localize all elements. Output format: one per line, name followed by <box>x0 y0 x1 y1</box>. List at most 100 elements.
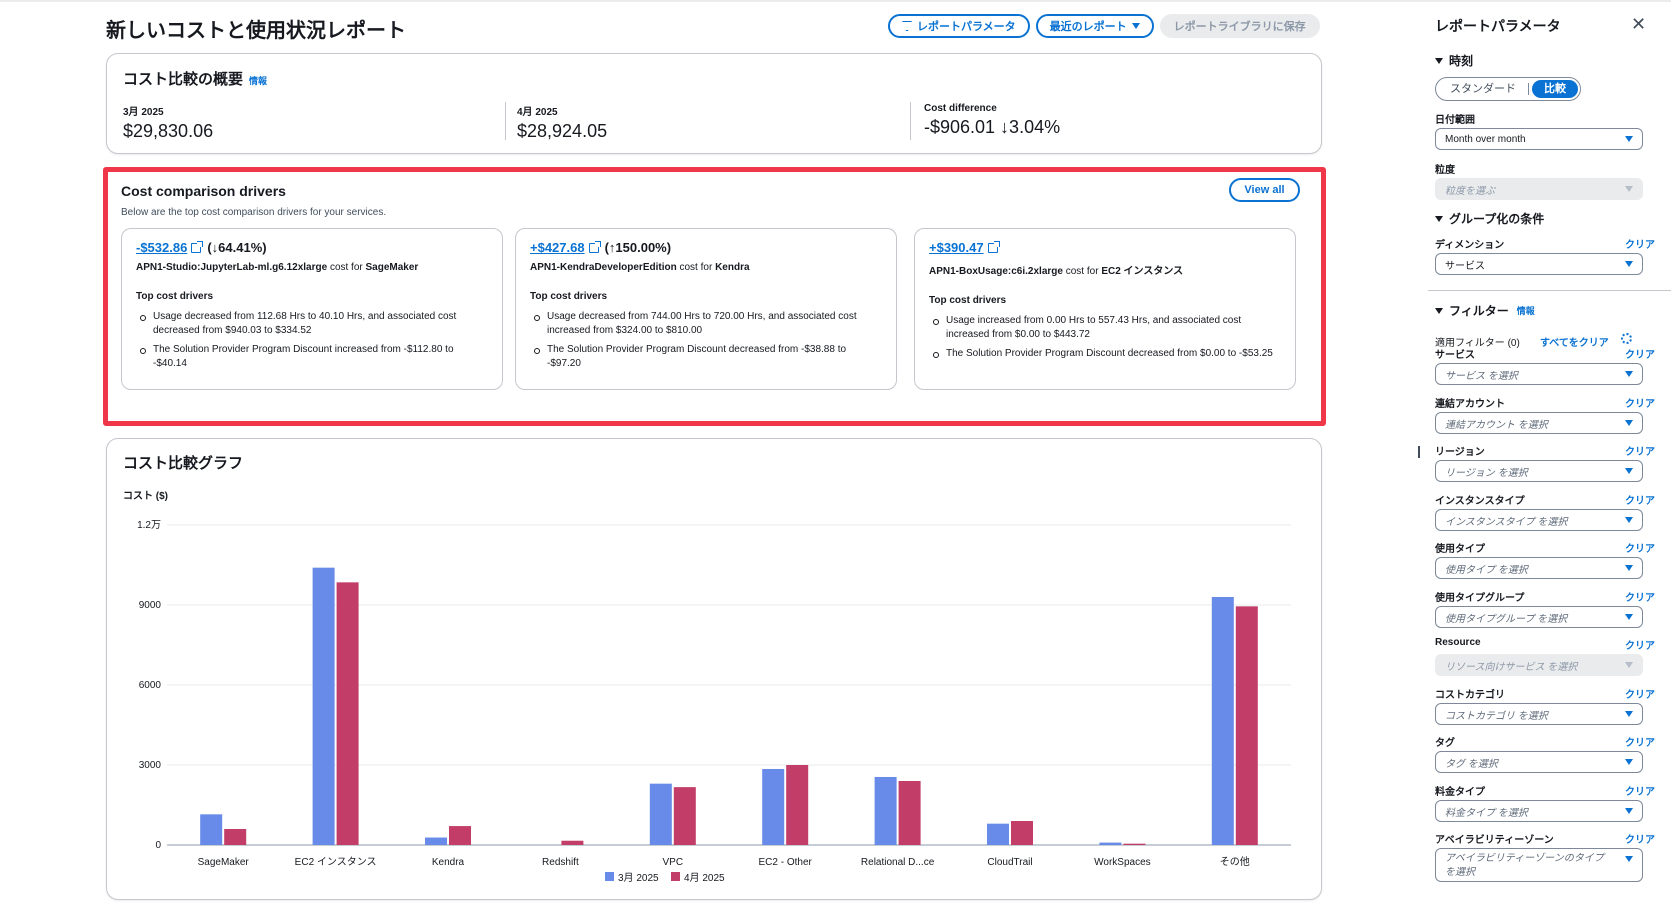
filter-label: タグ <box>1435 738 1455 749</box>
external-link-icon[interactable] <box>588 240 601 253</box>
filter-clear-link[interactable]: クリア <box>1625 540 1655 555</box>
driver-service: EC2 インスタンス <box>1101 266 1184 277</box>
bar <box>1211 597 1234 845</box>
driver-usage-type: APN1-BoxUsage:c6i.2xlarge <box>929 266 1063 277</box>
filter-clear-link[interactable]: クリア <box>1625 589 1655 604</box>
caret-down-icon <box>1435 307 1443 314</box>
cost-for-text: cost for <box>329 262 363 273</box>
bar <box>898 781 921 845</box>
close-icon[interactable]: ✕ <box>1631 14 1646 35</box>
filter-placeholder: 料金タイプ を選択 <box>1445 807 1528 819</box>
y-tick-label: 0 <box>155 840 161 851</box>
driver-head: +$427.68 (↑150.00%) <box>530 240 882 255</box>
filter-label: サービス <box>1435 350 1475 361</box>
report-parameters-button[interactable]: レポートパラメータ <box>888 14 1030 38</box>
caret-down-icon <box>1625 261 1633 267</box>
driver-service: Kendra <box>715 262 750 273</box>
driver-bullets: Usage decreased from 744.00 Hrs to 720.0… <box>534 310 882 371</box>
filter-select[interactable]: 使用タイプ を選択 <box>1435 557 1643 579</box>
driver-service: SageMaker <box>365 262 419 273</box>
summary-label: Cost difference <box>924 103 997 114</box>
filter-select[interactable]: リージョン を選択 <box>1435 460 1643 482</box>
cost-summary-card: コスト比較の概要 情報 3月 2025 $29,830.06 4月 2025 $2… <box>106 53 1322 154</box>
filter-select[interactable]: アベイラビリティーゾーンのタイプ を選択 <box>1435 848 1643 882</box>
panel-resize-handle[interactable] <box>1418 446 1420 458</box>
gear-icon[interactable] <box>1621 333 1632 344</box>
filter-select[interactable]: 使用タイプグループ を選択 <box>1435 606 1643 628</box>
external-link-icon[interactable] <box>987 240 1000 253</box>
filter-select[interactable]: タグ を選択 <box>1435 751 1643 773</box>
filter-clear-link[interactable]: クリア <box>1625 637 1655 652</box>
filter-clear-link[interactable]: クリア <box>1625 346 1655 361</box>
driver-usage-type: APN1-Studio:JupyterLab-ml.g6.12xlarge <box>136 262 328 273</box>
y-tick-label: 3000 <box>139 760 162 771</box>
date-range-select[interactable]: Month over month <box>1435 128 1643 150</box>
recent-reports-button[interactable]: 最近のレポート <box>1035 14 1154 38</box>
filter-clear-link[interactable]: クリア <box>1625 734 1655 749</box>
save-to-library-label: レポートライブラリに保存 <box>1173 21 1306 33</box>
caret-down-icon <box>1435 215 1443 222</box>
filter-select[interactable]: 連結アカウント を選択 <box>1435 412 1643 434</box>
filter-clear-link[interactable]: クリア <box>1625 686 1655 701</box>
bar <box>874 777 897 845</box>
clear-all-link[interactable]: すべてをクリア <box>1540 334 1609 349</box>
filter-select[interactable]: 料金タイプ を選択 <box>1435 800 1643 822</box>
filter-select[interactable]: リソース向けサービス を選択 <box>1435 654 1643 676</box>
drivers-subtitle: Below are the top cost comparison driver… <box>121 207 387 218</box>
date-range-value: Month over month <box>1445 133 1526 145</box>
dimension-clear-link[interactable]: クリア <box>1625 236 1655 251</box>
y-tick-label: 9000 <box>139 600 162 611</box>
external-link-icon[interactable] <box>191 240 204 253</box>
filter-clear-link[interactable]: クリア <box>1625 831 1655 846</box>
driver-amount-link[interactable]: -$532.86 <box>136 240 187 255</box>
time-section-toggle[interactable]: 時刻 <box>1435 52 1473 69</box>
driver-percent: (↑150.00%) <box>604 240 672 255</box>
filter-select[interactable]: サービス を選択 <box>1435 363 1643 385</box>
filter-label: コストカテゴリ <box>1435 690 1505 701</box>
filter-clear-link[interactable]: クリア <box>1625 783 1655 798</box>
driver-description: APN1-Studio:JupyterLab-ml.g6.12xlarge co… <box>136 262 488 273</box>
filter-select[interactable]: インスタンスタイプ を選択 <box>1435 509 1643 531</box>
driver-amount-link[interactable]: +$390.47 <box>929 240 984 255</box>
caret-down-icon <box>1625 662 1633 668</box>
granularity-select[interactable]: 粒度を選ぶ <box>1435 178 1643 200</box>
save-to-library-button[interactable]: レポートライブラリに保存 <box>1159 14 1320 38</box>
caret-down-icon <box>1625 420 1633 426</box>
dimension-select[interactable]: サービス <box>1435 253 1643 275</box>
view-all-button[interactable]: View all <box>1229 178 1300 202</box>
filter-clear-link[interactable]: クリア <box>1625 395 1655 410</box>
caret-down-icon <box>1625 565 1633 571</box>
filter-select[interactable]: コストカテゴリ を選択 <box>1435 703 1643 725</box>
filter-section-toggle[interactable]: フィルター 情報 <box>1435 302 1535 319</box>
filter-label: 使用タイプグループ <box>1435 593 1525 604</box>
driver-card: +$427.68 (↑150.00%) APN1-KendraDeveloper… <box>515 228 897 390</box>
caret-down-icon <box>1625 517 1633 523</box>
y-tick-label: 6000 <box>139 680 162 691</box>
group-section-toggle[interactable]: グループ化の条件 <box>1435 210 1544 227</box>
filter-clear-link[interactable]: クリア <box>1625 443 1655 458</box>
top-cost-drivers-label: Top cost drivers <box>929 295 1007 306</box>
filter-clear-link[interactable]: クリア <box>1625 492 1655 507</box>
caret-down-icon <box>1625 808 1633 814</box>
filter-info-link[interactable]: 情報 <box>1517 304 1535 317</box>
filter-placeholder: 連結アカウント を選択 <box>1445 419 1548 431</box>
summary-info-link[interactable]: 情報 <box>249 76 267 86</box>
report-parameters-label: レポートパラメータ <box>917 21 1016 33</box>
caret-down-icon <box>1435 57 1443 64</box>
filter-label: アベイラビリティーゾーン <box>1435 835 1554 846</box>
segment-compare[interactable]: 比較 <box>1532 80 1578 98</box>
filter-placeholder: リソース向けサービス を選択 <box>1445 661 1578 673</box>
caret-down-icon <box>1625 711 1633 717</box>
segment-standard[interactable]: スタンダード <box>1438 80 1528 98</box>
x-tick-label: EC2 インスタンス <box>295 856 377 868</box>
x-tick-label: Relational D...ce <box>861 857 935 868</box>
drivers-title: Cost comparison drivers <box>121 183 286 199</box>
driver-amount-link[interactable]: +$427.68 <box>530 240 585 255</box>
bar <box>425 837 447 845</box>
filter-label: 料金タイプ <box>1435 787 1485 798</box>
filter-placeholder: アベイラビリティーゾーンのタイプ を選択 <box>1445 853 1604 878</box>
caret-down-icon <box>1625 468 1633 474</box>
filter-placeholder: コストカテゴリ を選択 <box>1445 710 1548 722</box>
caret-down-icon <box>1625 186 1633 192</box>
summary-item-march: 3月 2025 $29,830.06 <box>123 103 213 142</box>
